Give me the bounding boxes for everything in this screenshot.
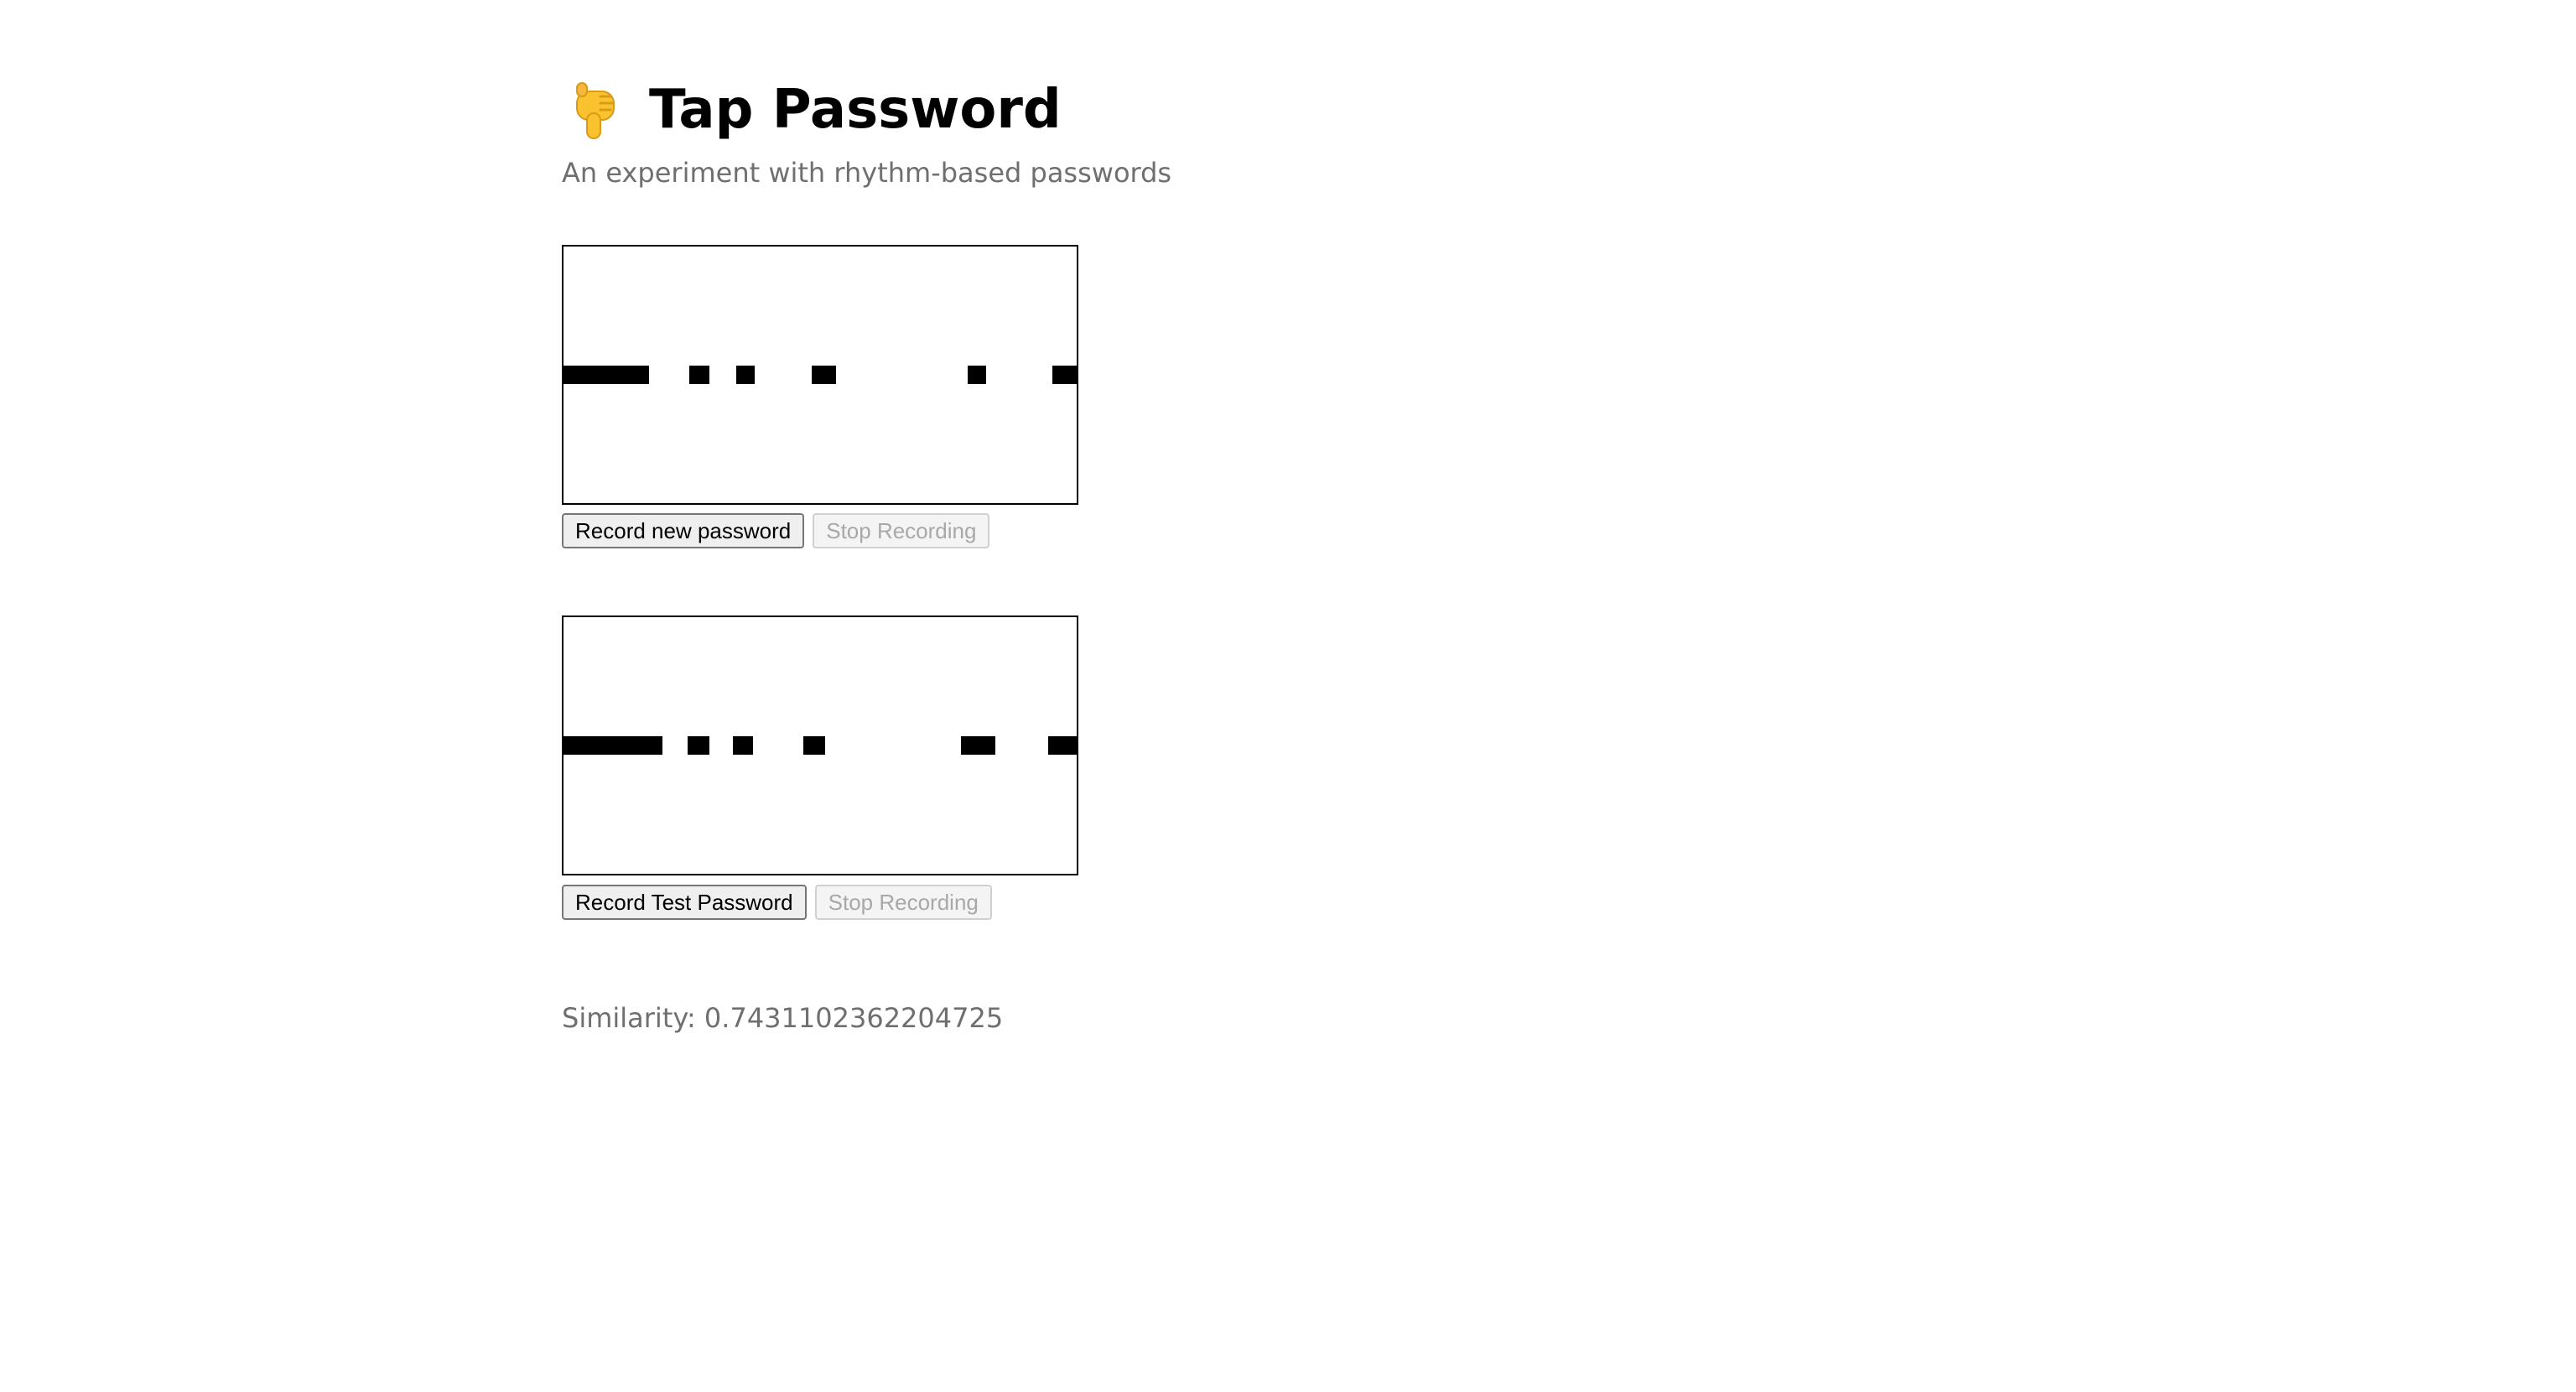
tap-mark [1052,366,1077,384]
tap-mark [564,366,649,384]
test-password-controls: Record Test Password Stop Recording [562,885,992,920]
password-rhythm-canvas[interactable] [562,245,1078,505]
tap-mark [968,366,987,384]
tap-mark [688,736,710,755]
tap-mark [961,736,995,755]
tap-mark [736,366,755,384]
tap-mark [802,736,825,755]
page-subtitle: An experiment with rhythm-based password… [562,157,1172,189]
pointing-down-hand-icon [576,82,615,139]
test-password-rhythm-canvas[interactable] [562,615,1078,875]
stop-test-recording-button[interactable]: Stop Recording [814,885,992,920]
title-text: Tap Password [649,79,1062,141]
password-controls: Record new password Stop Recording [562,513,990,548]
tap-mark [1048,736,1077,755]
tap-mark [688,366,710,384]
similarity-result: Similarity: 0.7431102362204725 [562,1002,1004,1034]
tap-mark [732,736,753,755]
stop-recording-button[interactable]: Stop Recording [813,513,990,548]
tap-mark [564,736,663,755]
tap-mark [811,366,836,384]
tap-password-page: Tap Password An experiment with rhythm-b… [0,0,2576,1392]
record-test-password-button[interactable]: Record Test Password [562,885,807,920]
page-title: Tap Password [562,74,1062,146]
record-new-password-button[interactable]: Record new password [562,513,805,548]
